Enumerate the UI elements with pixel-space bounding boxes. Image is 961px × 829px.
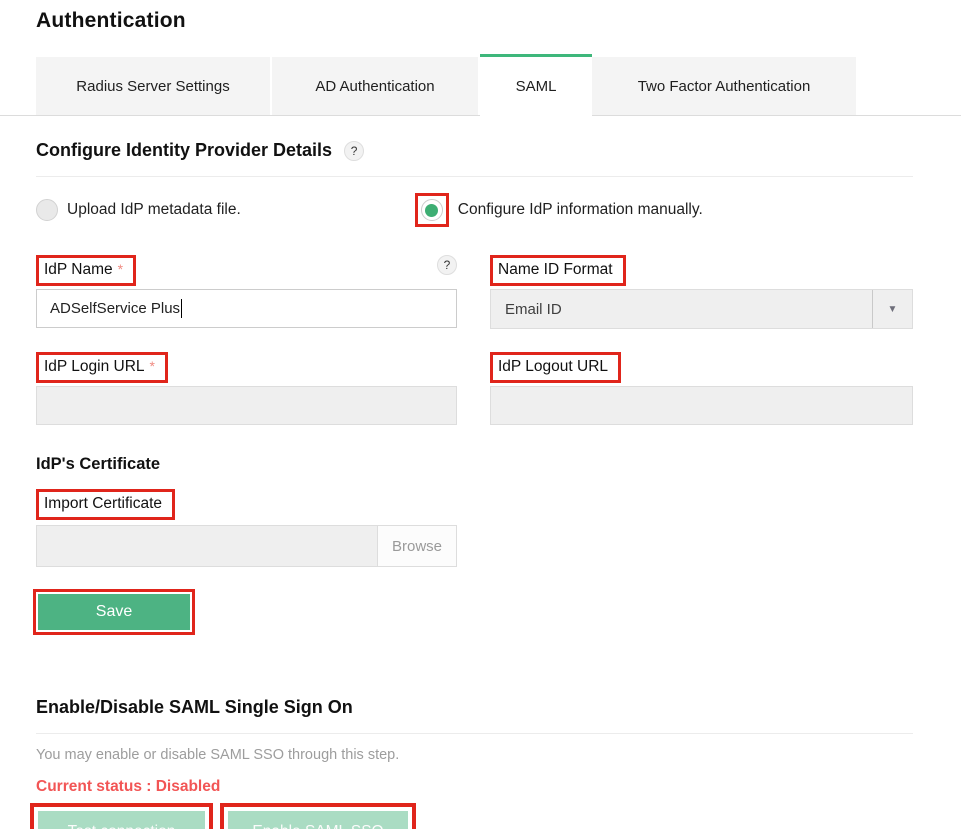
tab-two-factor-authentication[interactable]: Two Factor Authentication xyxy=(592,57,856,115)
radio-configure-manually[interactable] xyxy=(421,199,443,221)
enable-saml-sso-button[interactable]: Enable SAML SSO xyxy=(228,811,408,829)
divider xyxy=(36,176,913,177)
test-connection-button[interactable]: Test connection xyxy=(38,811,205,829)
idp-login-url-field-group: IdP Login URL * xyxy=(36,352,457,425)
required-asterisk: * xyxy=(150,358,155,374)
annotation-box: Test connection xyxy=(30,803,213,829)
chevron-down-icon[interactable]: ▼ xyxy=(872,290,912,328)
annotation-box: IdP Login URL * xyxy=(36,352,168,383)
idp-form-row-1: IdP Name * ? ADSelfService Plus Name ID F… xyxy=(36,255,913,329)
name-id-format-field-group: Name ID Format Email ID ▼ xyxy=(490,255,913,329)
annotation-box: Import Certificate xyxy=(36,489,175,520)
radio-selected-dot xyxy=(425,204,438,217)
configure-idp-section-header: Configure Identity Provider Details ? xyxy=(36,140,961,161)
annotation-box: Save xyxy=(33,589,195,635)
radio-upload-metadata-label[interactable]: Upload IdP metadata file. xyxy=(67,201,241,219)
tab-bar: Radius Server Settings AD Authentication… xyxy=(0,54,961,116)
import-certificate-file-control: Browse xyxy=(36,525,457,567)
text-caret xyxy=(181,299,182,318)
divider xyxy=(36,733,913,734)
annotation-box: IdP Name * xyxy=(36,255,136,286)
annotation-box: IdP Logout URL xyxy=(490,352,621,383)
page-title: Authentication xyxy=(36,0,961,33)
certificate-file-field[interactable] xyxy=(37,526,377,566)
save-button[interactable]: Save xyxy=(38,594,190,630)
sso-description: You may enable or disable SAML SSO throu… xyxy=(36,747,961,763)
idp-name-value: ADSelfService Plus xyxy=(50,300,180,317)
tab-radius-server-settings[interactable]: Radius Server Settings xyxy=(36,57,272,115)
name-id-format-select[interactable]: Email ID ▼ xyxy=(490,289,913,329)
sso-buttons-row: Test connection Enable SAML SSO xyxy=(30,803,961,829)
radio-configure-manually-label[interactable]: Configure IdP information manually. xyxy=(458,201,703,219)
name-id-format-value: Email ID xyxy=(491,301,872,318)
idp-name-label: IdP Name xyxy=(44,261,113,278)
idp-login-url-input[interactable] xyxy=(36,386,457,425)
idp-login-url-label: IdP Login URL xyxy=(44,358,145,375)
idp-logout-url-field-group: IdP Logout URL xyxy=(490,352,913,425)
sso-status-text: Current status : Disabled xyxy=(36,778,961,796)
idp-logout-url-input[interactable] xyxy=(490,386,913,425)
section-title-configure-idp: Configure Identity Provider Details xyxy=(36,140,332,161)
annotation-box: Enable SAML SSO xyxy=(220,803,416,829)
required-asterisk: * xyxy=(118,261,123,277)
browse-button[interactable]: Browse xyxy=(377,526,456,566)
idp-name-field-group: IdP Name * ? ADSelfService Plus xyxy=(36,255,457,329)
name-id-format-label: Name ID Format xyxy=(498,261,613,278)
tab-ad-authentication[interactable]: AD Authentication xyxy=(272,57,480,115)
annotation-box: Name ID Format xyxy=(490,255,626,286)
saml-settings-page: Authentication Radius Server Settings AD… xyxy=(0,0,961,829)
idp-name-input[interactable]: ADSelfService Plus xyxy=(36,289,457,328)
idp-config-mode-radios: Upload IdP metadata file. Configure IdP … xyxy=(36,192,961,228)
tab-saml[interactable]: SAML xyxy=(480,54,592,116)
radio-upload-metadata[interactable] xyxy=(36,199,58,221)
idp-logout-url-label: IdP Logout URL xyxy=(498,358,608,375)
help-icon[interactable]: ? xyxy=(437,255,457,275)
help-icon[interactable]: ? xyxy=(344,141,364,161)
sso-section-heading: Enable/Disable SAML Single Sign On xyxy=(36,697,961,718)
idp-certificate-heading: IdP's Certificate xyxy=(36,455,961,474)
import-certificate-label-row: Import Certificate xyxy=(36,489,961,520)
idp-form-row-2: IdP Login URL * IdP Logout URL xyxy=(36,352,913,425)
annotation-box xyxy=(415,193,449,227)
import-certificate-label: Import Certificate xyxy=(44,495,162,512)
